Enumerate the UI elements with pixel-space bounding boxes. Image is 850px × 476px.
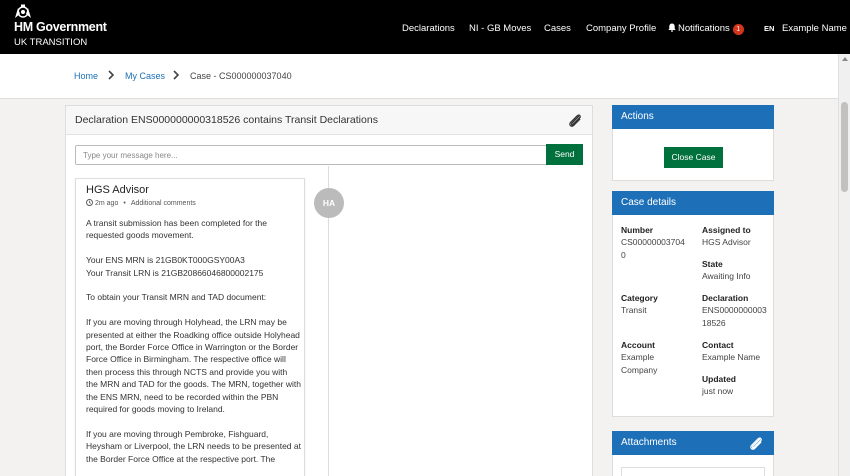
org-subtitle: UK TRANSITION: [14, 37, 88, 48]
detail-value: CS000000037040: [621, 237, 685, 260]
detail-label: Updated: [702, 374, 736, 384]
message-paragraph: If you are moving through Pembroke, Fish…: [86, 428, 301, 464]
detail-label: Category: [621, 293, 658, 303]
notifications-count-badge: 1: [732, 24, 744, 35]
nav-ni-gb-moves[interactable]: NI - GB Moves: [469, 23, 531, 34]
language-toggle[interactable]: EN: [764, 24, 774, 33]
attachments-header: Attachments: [612, 431, 774, 455]
detail-category: Category Transit: [621, 292, 689, 317]
detail-value: HGS Advisor: [702, 237, 751, 248]
actions-panel: Close Case: [612, 129, 774, 181]
send-button[interactable]: Send: [546, 144, 583, 165]
attachment-dropzone[interactable]: [621, 467, 765, 476]
detail-label: Declaration: [702, 293, 749, 303]
detail-contact: Contact Example Name: [702, 339, 770, 364]
org-title: HM Government: [14, 20, 107, 34]
scrollbar-thumb[interactable]: [841, 102, 848, 192]
page-scrollbar[interactable]: [838, 54, 850, 476]
detail-value: Transit: [621, 305, 647, 316]
detail-value[interactable]: ENS000000000318526: [702, 304, 770, 329]
detail-label: Contact: [702, 340, 734, 350]
message-paragraph: A transit submission has been completed …: [86, 218, 267, 241]
breadcrumb-current: Case - CS000000037040: [190, 71, 292, 81]
message-input[interactable]: [75, 145, 547, 165]
detail-label: Number: [621, 225, 654, 235]
scroll-up-icon[interactable]: [842, 57, 848, 61]
separator-dot: •: [123, 200, 126, 207]
message-paragraph: Your ENS MRN is 21GB0KT000GSY00A3 Your T…: [86, 255, 264, 278]
message-card: HGS Advisor 2m ago • Additional comments A…: [75, 178, 305, 476]
notifications-label: Notifications: [678, 23, 730, 34]
detail-assigned-to: Assigned to HGS Advisor: [702, 224, 770, 249]
breadcrumb-my-cases[interactable]: My Cases: [125, 71, 165, 81]
conversation-panel: Declaration ENS000000000318526 contains …: [65, 105, 593, 476]
breadcrumb: Home My Cases Case - CS000000037040: [0, 54, 850, 99]
nav-user-name[interactable]: Example Name: [782, 23, 847, 34]
message-paragraph: If you are moving through Holyhead, the …: [86, 317, 301, 415]
detail-label: State: [702, 259, 723, 269]
detail-value: just now: [702, 386, 734, 397]
actions-header: Actions: [612, 105, 774, 129]
avatar: HA: [314, 188, 344, 218]
detail-account: Account Example Company: [621, 339, 689, 376]
detail-declaration: Declaration ENS000000000318526: [702, 292, 770, 329]
paperclip-icon[interactable]: [748, 435, 764, 451]
message-time: 2m ago: [95, 200, 119, 207]
breadcrumb-home[interactable]: Home: [74, 71, 98, 81]
detail-state: State Awaiting Info: [702, 258, 770, 283]
bell-icon: [668, 23, 676, 32]
top-header: HM Government UK TRANSITION Declarations…: [0, 0, 850, 54]
message-meta: 2m ago • Additional comments: [86, 199, 196, 207]
crest-icon: [15, 4, 31, 18]
chevron-right-icon: [108, 70, 115, 80]
message-paragraph: To obtain your Transit MRN and TAD docum…: [86, 292, 267, 303]
nav-company-profile[interactable]: Company Profile: [586, 23, 656, 34]
message-body: A transit submission has been completed …: [86, 217, 301, 476]
paperclip-icon[interactable]: [567, 112, 583, 128]
nav-notifications[interactable]: Notifications 1: [668, 23, 744, 35]
conversation-title: Declaration ENS000000000318526 contains …: [75, 114, 378, 126]
message-type: Additional comments: [130, 200, 196, 207]
case-details-panel: Number CS000000037040 Assigned to HGS Ad…: [612, 215, 774, 417]
detail-number: Number CS000000037040: [621, 224, 689, 261]
clock-icon: [86, 199, 93, 206]
nav-declarations[interactable]: Declarations: [402, 23, 455, 34]
attachments-title: Attachments: [621, 437, 677, 448]
case-details-header: Case details: [612, 191, 774, 215]
detail-label: Account: [621, 340, 655, 350]
nav-cases[interactable]: Cases: [544, 23, 571, 34]
conversation-header: Declaration ENS000000000318526 contains …: [66, 106, 592, 135]
detail-value: Awaiting Info: [702, 271, 751, 282]
chevron-right-icon: [173, 70, 180, 80]
detail-value: Example Company: [621, 352, 658, 375]
detail-updated: Updated just now: [702, 373, 770, 398]
close-case-button[interactable]: Close Case: [664, 147, 723, 168]
message-author: HGS Advisor: [86, 184, 149, 196]
detail-value: Example Name: [702, 352, 761, 363]
detail-label: Assigned to: [702, 225, 751, 235]
